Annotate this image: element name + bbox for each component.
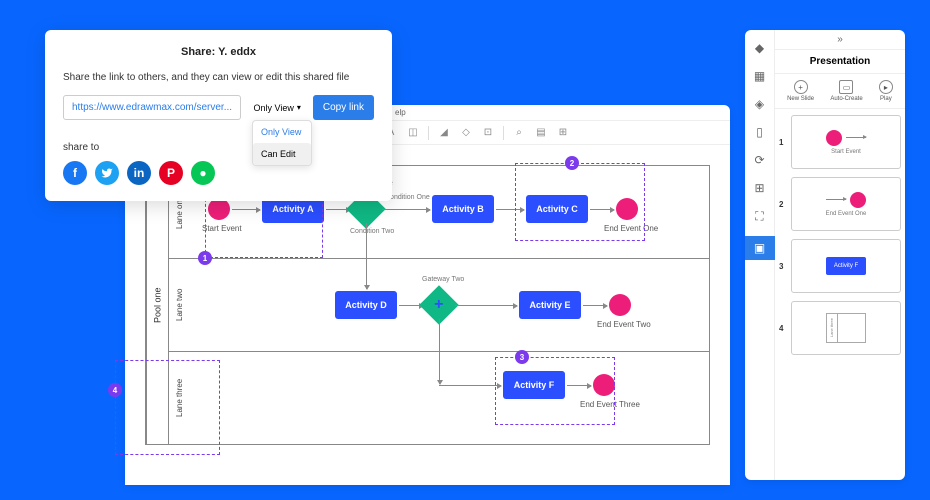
dropdown-can-edit[interactable]: Can Edit xyxy=(253,143,311,165)
panel-actions: +New Slide ▭Auto-Create ▸Play xyxy=(775,74,905,109)
fullscreen-icon[interactable]: ⛶ xyxy=(752,208,768,224)
presentation-panel: ◆ ▦ ◈ ▯ ⟳ ⊞ ⛶ ▣ » Presentation +New Slid… xyxy=(745,30,905,480)
end-event-two-label: End Event Two xyxy=(597,320,651,329)
facebook-icon[interactable]: f xyxy=(63,161,87,185)
settings-icon[interactable]: ⊞ xyxy=(556,126,570,140)
share-input-row: https://www.edrawmax.com/server... Only … xyxy=(63,95,374,120)
plus-icon: + xyxy=(794,80,808,94)
lane-two-label: Lane two xyxy=(168,259,190,351)
layers-icon[interactable]: ◈ xyxy=(752,96,768,112)
condition-two-label: Condition Two xyxy=(350,228,386,235)
slide-1[interactable]: 1 Start Event xyxy=(779,115,901,169)
play-icon: ▸ xyxy=(879,80,893,94)
activity-d[interactable]: Activity D xyxy=(335,291,397,319)
slide-2-thumb[interactable]: End Event One xyxy=(791,177,901,231)
grid-icon[interactable]: ▤ xyxy=(534,126,548,140)
crop-icon[interactable]: ⊡ xyxy=(481,126,495,140)
twitter-icon[interactable] xyxy=(95,161,119,185)
presentation-icon[interactable]: ▣ xyxy=(745,236,775,260)
grid-tool-icon[interactable]: ▦ xyxy=(752,68,768,84)
gateway-two-label: Gateway Two xyxy=(422,276,456,283)
lane-three[interactable]: Lane three Activity F End Event Three xyxy=(168,352,709,444)
activity-e[interactable]: Activity E xyxy=(519,291,581,319)
selection-box-2[interactable] xyxy=(515,163,645,241)
panel-title: Presentation xyxy=(775,50,905,74)
selection-box-3[interactable] xyxy=(495,357,615,425)
chart-icon[interactable]: ◫ xyxy=(406,126,420,140)
menu-help[interactable]: elp xyxy=(395,108,406,117)
line-icon[interactable]: ● xyxy=(191,161,215,185)
selection-box-4[interactable] xyxy=(115,360,220,455)
components-icon[interactable]: ⊞ xyxy=(752,180,768,196)
social-icons: f in P ● xyxy=(63,161,374,185)
collapse-button[interactable]: » xyxy=(775,30,905,50)
share-dialog: Share: Y. eddx Share the link to others,… xyxy=(45,30,392,201)
stroke-icon[interactable]: ◇ xyxy=(459,126,473,140)
slide-4-thumb[interactable]: Lane three xyxy=(791,301,901,355)
selection-badge-3: 3 xyxy=(515,350,529,364)
auto-create-button[interactable]: ▭Auto-Create xyxy=(830,80,862,102)
new-slide-button[interactable]: +New Slide xyxy=(787,80,814,102)
slide-3[interactable]: 3 Activity F xyxy=(779,239,901,293)
permission-dropdown: Only View Can Edit xyxy=(252,120,312,166)
selection-badge-1: 1 xyxy=(198,251,212,265)
slide-4[interactable]: 4 Lane three xyxy=(779,301,901,355)
share-dialog-title: Share: Y. eddx xyxy=(63,46,374,58)
history-icon[interactable]: ⟳ xyxy=(752,152,768,168)
selection-badge-4: 4 xyxy=(108,383,122,397)
selection-badge-2: 2 xyxy=(565,156,579,170)
share-url-input[interactable]: https://www.edrawmax.com/server... xyxy=(63,95,241,120)
end-event-two[interactable] xyxy=(609,294,631,316)
fill-tool-icon[interactable]: ◆ xyxy=(752,40,768,56)
search-icon[interactable]: ⌕ xyxy=(512,126,526,140)
pinterest-icon[interactable]: P xyxy=(159,161,183,185)
slide-1-thumb[interactable]: Start Event xyxy=(791,115,901,169)
share-to-label: share to xyxy=(63,142,374,153)
slide-2[interactable]: 2 End Event One xyxy=(779,177,901,231)
slide-3-thumb[interactable]: Activity F xyxy=(791,239,901,293)
permission-select[interactable]: Only View xyxy=(247,97,306,119)
fill-icon[interactable]: ◢ xyxy=(437,126,451,140)
linkedin-icon[interactable]: in xyxy=(127,161,151,185)
page-icon[interactable]: ▯ xyxy=(752,124,768,140)
activity-b[interactable]: Activity B xyxy=(432,195,494,223)
play-button[interactable]: ▸Play xyxy=(879,80,893,102)
copy-link-button[interactable]: Copy link xyxy=(313,95,374,120)
share-description: Share the link to others, and they can v… xyxy=(63,72,374,83)
screen-icon: ▭ xyxy=(839,80,853,94)
slides-list[interactable]: 1 Start Event 2 End Event One 3 Activity… xyxy=(775,109,905,480)
right-sidebar: ◆ ▦ ◈ ▯ ⟳ ⊞ ⛶ ▣ xyxy=(745,30,775,480)
dropdown-only-view[interactable]: Only View xyxy=(253,121,311,143)
